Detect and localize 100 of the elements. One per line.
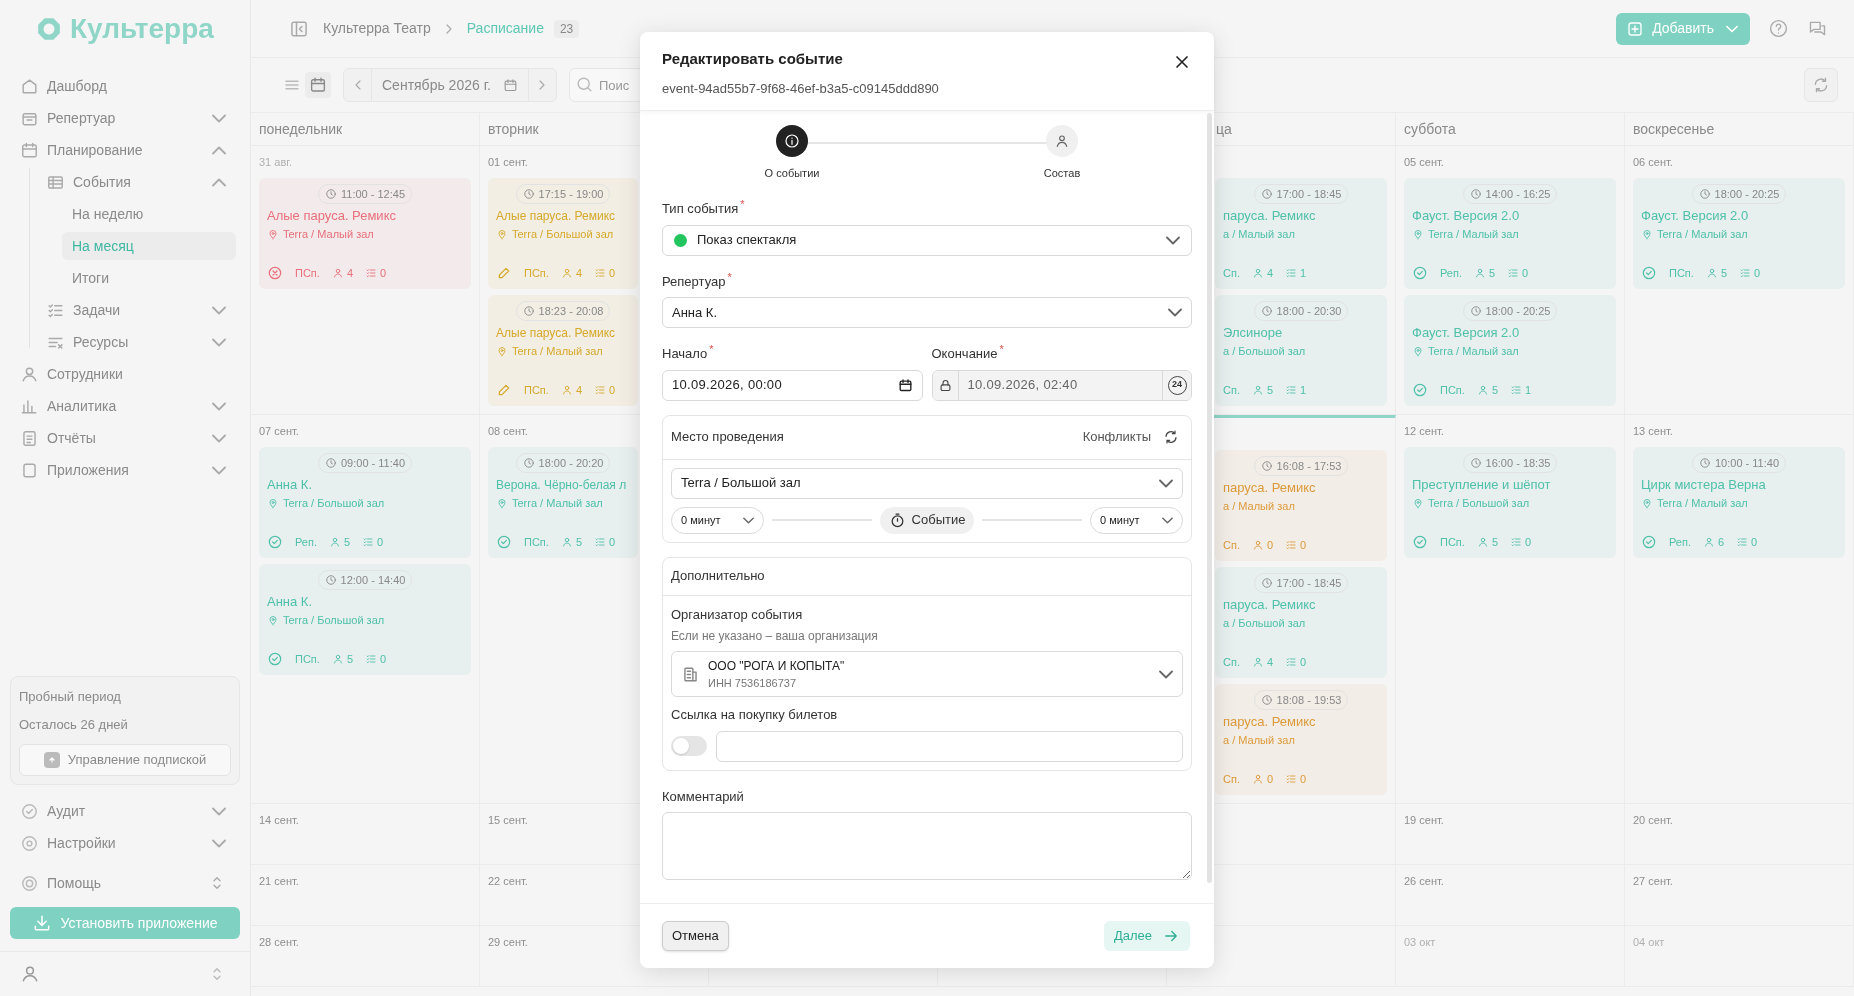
sidebar-item[interactable]: Задачи xyxy=(36,296,236,324)
user-menu-button[interactable] xyxy=(20,964,40,984)
event-venue: Terra / Большой зал xyxy=(283,613,385,628)
breadcrumb-link[interactable]: Расписание xyxy=(466,18,544,39)
event-card[interactable]: 17:00 - 18:45 паруса. Ремикс а / Малый зал Сп. 4 1 xyxy=(1215,178,1387,289)
refresh-icon xyxy=(1812,76,1830,94)
sidebar-item[interactable]: Итоги xyxy=(62,264,236,292)
checklist-icon xyxy=(1285,383,1298,396)
next-button[interactable]: Далее xyxy=(1103,921,1190,951)
organizer-select[interactable]: ООО "РОГА И КОПЫТА" ИНН 7536186737 xyxy=(671,651,1183,697)
event-title: Алые паруса. Ремикс xyxy=(496,208,616,225)
ticket-link-field[interactable] xyxy=(716,730,1183,762)
subscription-button[interactable]: Управление подпиской xyxy=(19,744,231,776)
x-circle-icon xyxy=(267,264,283,281)
sidebar-item[interactable]: Ресурсы xyxy=(36,328,236,356)
sidebar-item[interactable]: Помощь xyxy=(10,869,236,897)
sidebar-item[interactable]: Отчёты xyxy=(10,424,236,452)
help-icon xyxy=(1768,18,1789,39)
event-card[interactable]: 18:00 - 20:20 Верона. Чёрно-белая л Terra / Малый зал ПСп. 5 0 xyxy=(488,447,638,558)
event-card[interactable]: 09:00 - 11:40 Анна К. Terra / Большой зал Реп. 5 0 xyxy=(259,447,471,558)
view-toggle[interactable] xyxy=(305,72,331,98)
person-icon xyxy=(1251,772,1264,785)
repertoire-select[interactable]: Анна К. xyxy=(662,297,1192,328)
step-button[interactable] xyxy=(776,125,808,157)
refresh-button[interactable] xyxy=(1804,68,1838,102)
event-venue: Terra / Малый зал xyxy=(512,344,603,359)
event-title: Алые паруса. Ремикс xyxy=(496,325,616,342)
field-label: Ссылка на покупку билетов xyxy=(671,706,838,724)
sidebar-item[interactable]: Аудит xyxy=(10,797,236,825)
sidebar-item[interactable]: События xyxy=(36,168,236,196)
add-button[interactable]: Добавить xyxy=(1616,12,1750,45)
field-label: Начало xyxy=(662,345,708,363)
event-card[interactable]: 17:15 - 19:00 Алые паруса. Ремикс Terra / Большой зал ПСп. 4 0 xyxy=(488,178,638,289)
sidebar-item[interactable]: Аналитика xyxy=(10,392,236,420)
conflicts-button[interactable]: Конфликты xyxy=(1082,427,1183,447)
event-card[interactable]: 18:08 - 19:53 паруса. Ремикс а / Малый зал Сп. 0 0 xyxy=(1215,684,1387,795)
people-count: 5 xyxy=(1266,382,1274,398)
install-button[interactable]: Установить приложение xyxy=(10,907,240,939)
event-card[interactable]: 18:00 - 20:25 Фауст. Версия 2.0 Terra / Малый зал ПСп. 5 0 xyxy=(1633,178,1845,289)
after-select[interactable]: 0 минут xyxy=(1090,506,1183,534)
toggle-switch[interactable] xyxy=(671,736,707,756)
event-card[interactable]: 17:00 - 18:45 паруса. Ремикс а / Большой зал Сп. 4 0 xyxy=(1215,567,1387,678)
event-venue: Terra / Большой зал xyxy=(512,227,614,242)
event-type: Реп. xyxy=(1669,534,1691,550)
person-icon xyxy=(1474,266,1486,279)
checklist-icon xyxy=(594,383,606,396)
weekday-header: понедельник xyxy=(259,119,343,139)
clock-icon xyxy=(1260,577,1273,589)
sidebar-item[interactable]: Планирование xyxy=(10,136,236,164)
pin-icon xyxy=(1641,497,1653,510)
event-card[interactable]: 18:00 - 20:25 Фауст. Версия 2.0 Terra / Малый зал ПСп. 5 1 xyxy=(1404,295,1616,406)
settings-icon xyxy=(20,833,39,853)
building-icon xyxy=(681,664,700,684)
sidebar-item[interactable]: На месяц xyxy=(62,232,236,260)
event-card[interactable]: 16:08 - 17:53 паруса. Ремикс а / Малый зал Сп. 0 0 xyxy=(1215,450,1387,561)
breadcrumb-link[interactable]: Культерра Театр xyxy=(323,18,431,39)
people-count: 0 xyxy=(1266,771,1274,787)
event-card[interactable]: 11:00 - 12:45 Алые паруса. Ремикс Terra / Малый зал ПСп. 4 0 xyxy=(259,178,471,289)
clock-icon xyxy=(1699,457,1711,469)
info-icon xyxy=(784,133,800,149)
event-venue: Terra / Малый зал xyxy=(283,227,374,242)
event-type-select[interactable]: Показ спектакля xyxy=(662,224,1192,256)
person-icon xyxy=(331,266,344,279)
cancel-button[interactable]: Отмена xyxy=(662,921,729,951)
sidebar-item[interactable]: Приложения xyxy=(10,456,236,484)
event-venue: Terra / Малый зал xyxy=(1428,227,1519,242)
chevron-down-icon xyxy=(212,433,226,443)
pin-icon xyxy=(496,228,508,241)
checklist-icon xyxy=(365,266,377,279)
chevron-down-icon xyxy=(1166,235,1180,245)
event-card[interactable]: 10:00 - 11:40 Цирк мистера Верна Terra / Малый зал Реп. 6 0 xyxy=(1633,447,1845,558)
checklist-icon xyxy=(1507,266,1520,279)
event-card[interactable]: 16:00 - 18:35 Преступление и шёпот Terra / Большой зал ПСп. 5 0 xyxy=(1404,447,1616,558)
event-title: Фауст. Версия 2.0 xyxy=(1412,324,1520,342)
section-title: Дополнительно xyxy=(671,567,765,586)
sidebar-item[interactable]: На неделю xyxy=(62,200,236,228)
clock-icon xyxy=(324,574,337,586)
sidebar-item[interactable]: Репертуар xyxy=(10,104,236,132)
help-button[interactable] xyxy=(1768,18,1789,39)
trial-title: Пробный период xyxy=(19,688,122,706)
event-card[interactable]: 18:00 - 20:30 Элсиноре а / Большой зал Сп. 5 1 xyxy=(1215,295,1387,406)
start-date-field[interactable]: 10.09.2026, 00:00 xyxy=(662,369,923,401)
event-card[interactable]: 12:00 - 14:40 Анна К. Terra / Большой зал ПСп. 5 0 xyxy=(259,564,471,675)
person-icon xyxy=(331,652,344,665)
sidebar-item[interactable]: Настройки xyxy=(10,829,236,857)
day-date: 07 сент. xyxy=(259,424,299,439)
calendar-icon xyxy=(20,140,39,160)
task-count: 0 xyxy=(609,382,616,398)
event-card[interactable]: 14:00 - 16:25 Фауст. Версия 2.0 Terra / Малый зал Реп. 5 0 xyxy=(1404,178,1616,289)
person-icon xyxy=(329,535,341,548)
sidebar-item[interactable]: Сотрудники xyxy=(10,360,236,388)
chevron-up-icon xyxy=(212,177,226,187)
sidebar-item[interactable]: Дашборд xyxy=(10,72,236,100)
comment-field[interactable] xyxy=(662,812,1192,880)
checklist-icon xyxy=(1510,535,1522,548)
venue-select[interactable]: Terra / Большой зал xyxy=(671,467,1183,499)
search-icon xyxy=(574,75,594,94)
task-count: 0 xyxy=(609,534,616,550)
day-date: 13 сент. xyxy=(1633,424,1673,439)
event-card[interactable]: 18:23 - 20:08 Алые паруса. Ремикс Terra / Малый зал ПСп. 4 0 xyxy=(488,295,638,406)
